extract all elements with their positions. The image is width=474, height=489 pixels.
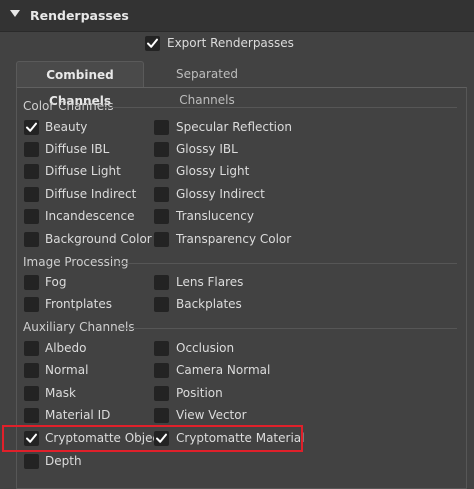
diffuse-ibl-label[interactable]: Diffuse IBL <box>45 142 109 156</box>
camera-normal-checkbox[interactable] <box>154 363 169 378</box>
export-renderpasses-label[interactable]: Export Renderpasses <box>167 36 294 50</box>
incandescence-checkbox[interactable] <box>24 209 39 224</box>
incandescence-label[interactable]: Incandescence <box>45 209 135 223</box>
transparency-color-label[interactable]: Transparency Color <box>176 232 291 246</box>
normal-checkbox[interactable] <box>24 363 39 378</box>
fog-checkbox[interactable] <box>24 275 39 290</box>
specular-reflection-label[interactable]: Specular Reflection <box>176 120 292 134</box>
diffuse-indirect-checkbox[interactable] <box>24 187 39 202</box>
view-vector-checkbox[interactable] <box>154 408 169 423</box>
frontplates-checkbox[interactable] <box>24 297 39 312</box>
camera-normal-label[interactable]: Camera Normal <box>176 363 270 377</box>
lens-flares-checkbox[interactable] <box>154 275 169 290</box>
occlusion-checkbox[interactable] <box>154 341 169 356</box>
beauty-label[interactable]: Beauty <box>45 120 87 134</box>
backplates-label[interactable]: Backplates <box>176 297 242 311</box>
group-title-color-channels: Color Channels <box>23 99 114 113</box>
specular-reflection-checkbox[interactable] <box>154 120 169 135</box>
cryptomatte-highlight-box <box>2 425 303 452</box>
position-checkbox[interactable] <box>154 386 169 401</box>
glossy-indirect-label[interactable]: Glossy Indirect <box>176 187 265 201</box>
glossy-indirect-checkbox[interactable] <box>154 187 169 202</box>
export-renderpasses-checkbox[interactable] <box>145 36 160 51</box>
albedo-checkbox[interactable] <box>24 341 39 356</box>
renderpasses-header[interactable]: Renderpasses <box>0 0 474 32</box>
glossy-ibl-label[interactable]: Glossy IBL <box>176 142 238 156</box>
group-divider <box>121 328 457 329</box>
triangle-down-icon[interactable] <box>10 10 20 17</box>
depth-checkbox[interactable] <box>24 454 39 469</box>
backplates-checkbox[interactable] <box>154 297 169 312</box>
group-title-image-processing: Image Processing <box>23 255 129 269</box>
lens-flares-label[interactable]: Lens Flares <box>176 275 243 289</box>
beauty-checkbox[interactable] <box>24 120 39 135</box>
diffuse-ibl-checkbox[interactable] <box>24 142 39 157</box>
depth-label[interactable]: Depth <box>45 454 82 468</box>
background-color-checkbox[interactable] <box>24 232 39 247</box>
occlusion-label[interactable]: Occlusion <box>176 341 234 355</box>
translucency-checkbox[interactable] <box>154 209 169 224</box>
glossy-light-label[interactable]: Glossy Light <box>176 164 249 178</box>
transparency-color-checkbox[interactable] <box>154 232 169 247</box>
material-id-checkbox[interactable] <box>24 408 39 423</box>
material-id-label[interactable]: Material ID <box>45 408 110 422</box>
mask-label[interactable]: Mask <box>45 386 76 400</box>
mask-checkbox[interactable] <box>24 386 39 401</box>
position-label[interactable]: Position <box>176 386 223 400</box>
checkmark-icon <box>26 122 37 132</box>
view-vector-label[interactable]: View Vector <box>176 408 247 422</box>
diffuse-light-label[interactable]: Diffuse Light <box>45 164 121 178</box>
group-divider <box>118 263 457 264</box>
checkmark-icon <box>147 38 158 48</box>
fog-label[interactable]: Fog <box>45 275 66 289</box>
diffuse-light-checkbox[interactable] <box>24 164 39 179</box>
albedo-label[interactable]: Albedo <box>45 341 87 355</box>
glossy-ibl-checkbox[interactable] <box>154 142 169 157</box>
glossy-light-checkbox[interactable] <box>154 164 169 179</box>
frontplates-label[interactable]: Frontplates <box>45 297 112 311</box>
tab-combined-channels[interactable]: Combined Channels <box>16 61 144 108</box>
translucency-label[interactable]: Translucency <box>176 209 254 223</box>
group-title-auxiliary-channels: Auxiliary Channels <box>23 320 135 334</box>
section-title: Renderpasses <box>30 8 129 23</box>
group-divider <box>105 107 457 108</box>
tab-separated-channels[interactable]: Separated Channels <box>148 61 266 107</box>
normal-label[interactable]: Normal <box>45 363 88 377</box>
background-color-label[interactable]: Background Color <box>45 232 152 246</box>
diffuse-indirect-label[interactable]: Diffuse Indirect <box>45 187 136 201</box>
